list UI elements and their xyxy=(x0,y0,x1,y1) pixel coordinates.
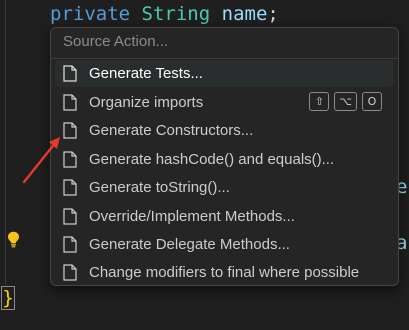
keyboard-shortcut: ⇧ ⌥ O xyxy=(309,92,382,111)
code-type: String xyxy=(141,3,211,25)
file-icon xyxy=(63,122,77,139)
menu-item-label: Override/Implement Methods... xyxy=(89,208,295,225)
menu-divider xyxy=(51,58,398,59)
menu-item-label: Generate toString()... xyxy=(89,179,230,196)
file-icon xyxy=(63,65,77,82)
menu-item-change-modifiers-to-final[interactable]: Change modifiers to final where possible xyxy=(55,259,394,286)
menu-item-generate-constructors[interactable]: Generate Constructors... xyxy=(55,117,394,144)
file-icon xyxy=(63,94,77,111)
closing-brace[interactable]: } xyxy=(1,286,15,310)
code-semicolon: ; xyxy=(267,3,279,25)
file-icon xyxy=(63,151,77,168)
code-line-field-declaration[interactable]: private String name; xyxy=(50,1,279,27)
annotation-arrow-icon xyxy=(22,137,60,184)
menu-item-generate-hashcode-equals[interactable]: Generate hashCode() and equals()... xyxy=(55,146,394,173)
menu-item-label: Generate hashCode() and equals()... xyxy=(89,151,335,168)
menu-item-label: Generate Constructors... xyxy=(89,122,254,139)
indent-guide xyxy=(5,0,6,285)
menu-item-generate-tostring[interactable]: Generate toString()... xyxy=(55,174,394,201)
menu-item-organize-imports[interactable]: Organize imports ⇧ ⌥ O xyxy=(55,89,394,116)
menu-item-generate-tests[interactable]: Generate Tests... xyxy=(55,60,394,87)
file-icon xyxy=(63,264,77,281)
code-identifier: name xyxy=(221,3,268,25)
lightbulb-icon[interactable] xyxy=(7,231,20,248)
menu-item-override-implement-methods[interactable]: Override/Implement Methods... xyxy=(55,203,394,230)
menu-item-label: Generate Tests... xyxy=(89,65,203,82)
code-keyword: private xyxy=(50,3,131,25)
file-icon xyxy=(63,179,77,196)
file-icon xyxy=(63,208,77,225)
menu-header: Source Action... xyxy=(63,33,169,50)
menu-item-label: Generate Delegate Methods... xyxy=(89,236,290,253)
option-key-icon: ⌥ xyxy=(334,92,357,111)
menu-item-generate-delegate-methods[interactable]: Generate Delegate Methods... xyxy=(55,231,394,258)
source-action-menu: Source Action... Generate Tests... Organ… xyxy=(50,27,399,286)
file-icon xyxy=(63,236,77,253)
code-editor[interactable]: private String name; e a } Source Action… xyxy=(0,0,409,330)
menu-item-label: Organize imports xyxy=(89,94,204,111)
o-key: O xyxy=(362,92,382,111)
shift-key-icon: ⇧ xyxy=(309,92,330,111)
menu-item-label: Change modifiers to final where possible xyxy=(89,264,360,281)
